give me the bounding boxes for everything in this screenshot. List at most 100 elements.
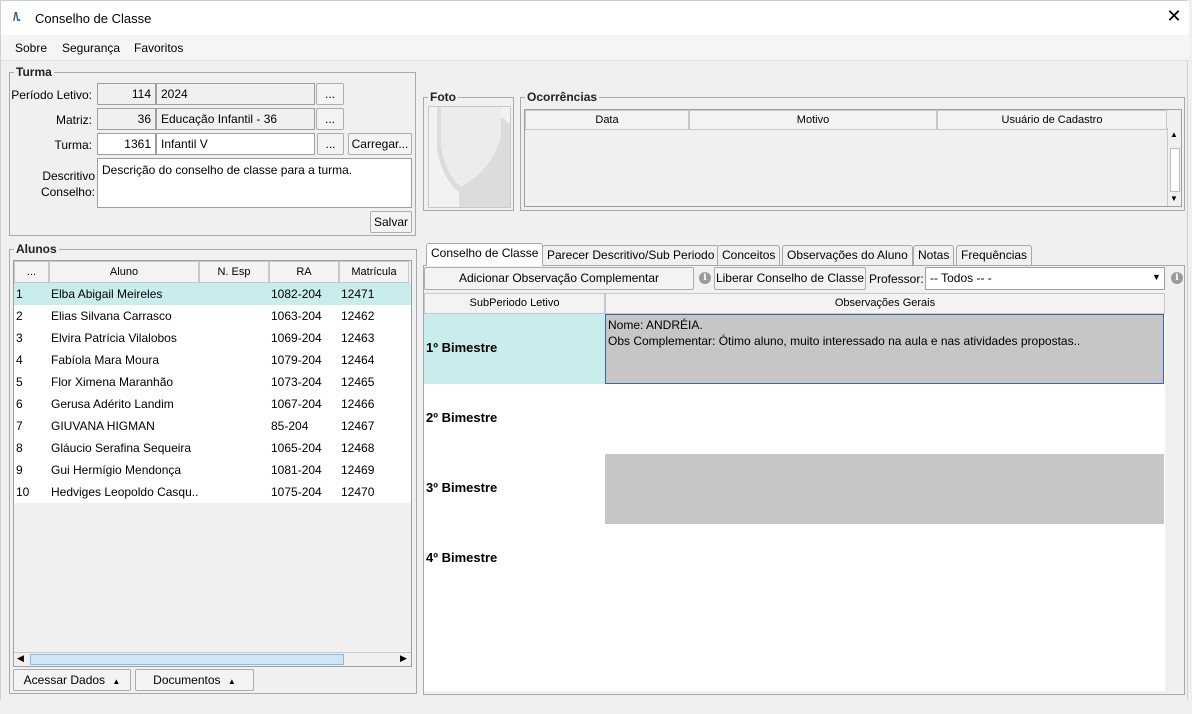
cell-matricula: 12470 [341, 485, 375, 499]
cell-num: 3 [16, 331, 23, 345]
professor-select[interactable]: -- Todos -- - ▼ [925, 267, 1165, 290]
liberar-conselho-button[interactable]: Liberar Conselho de Classe [714, 267, 866, 290]
menu-seguranca[interactable]: Segurança [62, 41, 120, 55]
cell-matricula: 12471 [341, 287, 375, 301]
cell-nesp [199, 481, 269, 503]
tab-conceitos[interactable]: Conceitos [717, 245, 781, 265]
tab-parecer-descritivo[interactable]: Parecer Descritivo/Sub Periodo [542, 245, 720, 265]
salvar-button[interactable]: Salvar [370, 211, 412, 233]
table-row[interactable]: 7 GIUVANA HIGMAN 85-204 12467 A [14, 415, 411, 437]
subperiodo-cell[interactable]: 2º Bimestre [424, 384, 605, 454]
periodo-value-field[interactable]: 2024 [156, 83, 315, 105]
table-row[interactable]: 3 Elvira Patrícia Vilalobos 1069-204 12463 A [14, 327, 411, 349]
cell-matricula: 12469 [341, 463, 375, 477]
menu-favoritos[interactable]: Favoritos [134, 41, 183, 55]
turma-code-field[interactable]: 1361 [97, 133, 156, 155]
cell-ra: 85-204 [271, 419, 309, 433]
alunos-scroll-thumb[interactable] [30, 654, 344, 665]
table-row[interactable]: 4 Fabíola Mara Moura 1079-204 12464 A [14, 349, 411, 371]
turma-legend: Turma [14, 65, 54, 79]
table-row[interactable]: 2 Elias Silvana Carrasco 1063-204 12462 A [14, 305, 411, 327]
cell-ra: 1081-204 [271, 463, 322, 477]
scroll-down-icon[interactable]: ▼ [1170, 194, 1178, 203]
ocorrencias-col-usuario[interactable]: Usuário de Cadastro [937, 110, 1167, 130]
acessar-dados-button[interactable]: Acessar Dados ▲ [13, 669, 131, 691]
subperiodo-label: 4º Bimestre [426, 550, 498, 565]
subperiodo-cell[interactable]: 4º Bimestre [424, 524, 605, 594]
tab-observacoes-aluno[interactable]: Observações do Aluno [782, 245, 913, 265]
table-row[interactable]: 6 Gerusa Adérito Landim 1067-204 12466 A [14, 393, 411, 415]
cell-num: 8 [16, 441, 23, 455]
info-icon[interactable]: i [699, 272, 711, 284]
matriz-label: Matriz: [56, 113, 92, 127]
ocorrencias-scroll-thumb[interactable] [1170, 148, 1180, 192]
subperiodo-label: 3º Bimestre [426, 480, 498, 495]
photo-placeholder [428, 106, 511, 208]
table-row[interactable]: 1 Elba Abigail Meireles 1082-204 12471 A [14, 283, 411, 305]
ocorrencias-col-data[interactable]: Data [525, 110, 689, 130]
cell-ra: 1063-204 [271, 309, 322, 323]
ocorrencias-col-motivo[interactable]: Motivo [689, 110, 937, 130]
descritivo-label-1: Descritivo [42, 169, 95, 183]
observacoes-cell[interactable] [605, 384, 1164, 454]
cell-ra: 1082-204 [271, 287, 322, 301]
alunos-col-ra[interactable]: RA [269, 261, 339, 283]
table-row[interactable]: 10 Hedviges Leopoldo Casqu... 1075-204 1247… [14, 481, 411, 503]
alunos-col-matricula[interactable]: Matrícula [339, 261, 409, 283]
subperiodo-label: 1º Bimestre [426, 340, 498, 355]
observacoes-cell[interactable] [605, 524, 1164, 594]
matriz-browse-button[interactable]: ... [316, 108, 344, 130]
tab-conselho-de-classe[interactable]: Conselho de Classe [426, 243, 544, 266]
scroll-right-icon[interactable]: ▶ [400, 653, 407, 664]
cell-ra: 1075-204 [271, 485, 322, 499]
alunos-col-num[interactable]: ... [14, 261, 49, 283]
turma-browse-button[interactable]: ... [317, 133, 344, 155]
info-icon[interactable]: i [1171, 272, 1183, 284]
alunos-hscrollbar[interactable]: ◀ ▶ [14, 652, 411, 666]
conselho-col-subperiodo[interactable]: SubPeriodo Letivo [424, 293, 605, 314]
periodo-browse-button[interactable]: ... [316, 83, 344, 105]
conselho-col-observacoes[interactable]: Observações Gerais [605, 293, 1165, 314]
tab-frequencias[interactable]: Frequências [956, 245, 1033, 265]
cell-aluno: Flor Ximena Maranhão [51, 375, 174, 389]
matriz-code-field[interactable]: 36 [97, 108, 156, 130]
alunos-table: ... Aluno N. Esp RA Matrícula 1 Elba Abig… [13, 260, 412, 667]
cell-matricula: 12462 [341, 309, 375, 323]
cell-ra: 1069-204 [271, 331, 322, 345]
arrow-up-icon: ▲ [112, 677, 121, 686]
observacoes-cell[interactable]: Nome: ANDRÉIA. Obs Complementar: Ótimo al… [605, 314, 1164, 384]
subperiodo-cell[interactable]: 3º Bimestre [424, 454, 605, 524]
cell-ra: 1073-204 [271, 375, 322, 389]
matriz-value-field[interactable]: Educação Infantil - 36 [156, 108, 315, 130]
cell-matricula: 12463 [341, 331, 375, 345]
scroll-up-icon[interactable]: ▲ [1170, 130, 1178, 139]
foto-legend: Foto [428, 90, 458, 104]
observacoes-cell[interactable] [605, 454, 1164, 524]
menu-sobre[interactable]: Sobre [15, 41, 47, 55]
close-icon[interactable]: ✕ [1165, 6, 1183, 27]
alunos-legend: Alunos [14, 242, 59, 256]
table-row[interactable]: 5 Flor Ximena Maranhão 1073-204 12465 A [14, 371, 411, 393]
cell-aluno: Gui Hermígio Mendonça [51, 463, 182, 477]
periodo-code-field[interactable]: 114 [97, 83, 156, 105]
descritivo-textarea[interactable]: Descrição do conselho de classe para a t… [97, 158, 412, 208]
alunos-col-nesp[interactable]: N. Esp [199, 261, 269, 283]
cell-num: 10 [16, 485, 30, 499]
tab-notas[interactable]: Notas [913, 245, 955, 265]
table-row[interactable]: 8 Gláucio Serafina Sequeira 1065-204 12468 A [14, 437, 411, 459]
turma-value-field[interactable]: Infantil V [156, 133, 315, 155]
cell-num: 9 [16, 463, 23, 477]
cell-extra: A [409, 305, 411, 327]
alunos-col-aluno[interactable]: Aluno [49, 261, 199, 283]
carregar-button[interactable]: Carregar... [348, 133, 412, 155]
turma-label: Turma: [54, 138, 92, 152]
ocorrencias-scrollbar[interactable]: ▲ ▼ [1167, 128, 1181, 206]
scroll-left-icon[interactable]: ◀ [17, 653, 24, 664]
cell-extra: A [409, 437, 411, 459]
menu-bar: Sobre Segurança Favoritos [1, 35, 1189, 61]
adicionar-observacao-button[interactable]: Adicionar Observação Complementar [424, 267, 694, 290]
table-row[interactable]: 9 Gui Hermígio Mendonça 1081-204 12469 A [14, 459, 411, 481]
conselho-window: /\. Conselho de Classe ✕ Sobre Segurança… [0, 0, 1189, 714]
documentos-button[interactable]: Documentos ▲ [135, 669, 254, 691]
subperiodo-cell[interactable]: 1º Bimestre [424, 314, 605, 384]
